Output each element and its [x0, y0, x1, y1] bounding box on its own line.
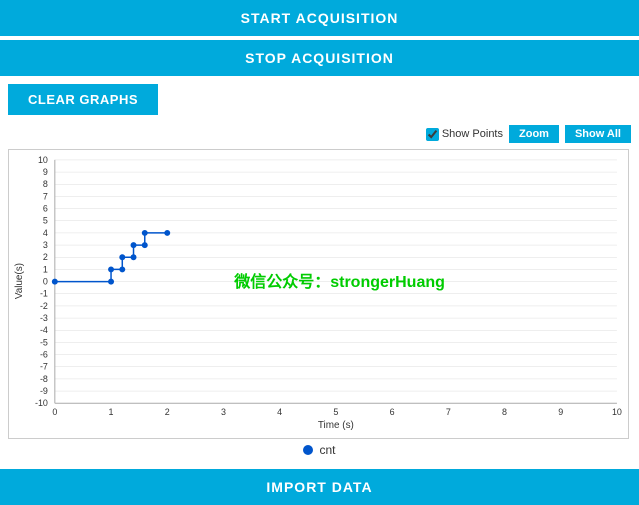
svg-text:8: 8 — [43, 179, 48, 189]
svg-text:5: 5 — [333, 407, 338, 417]
svg-text:7: 7 — [446, 407, 451, 417]
legend-label: cnt — [319, 443, 335, 457]
import-data-button[interactable]: IMPORT DATA — [0, 469, 639, 505]
svg-text:-9: -9 — [40, 386, 48, 396]
start-acquisition-button[interactable]: START ACQUISITION — [0, 0, 639, 36]
svg-text:6: 6 — [43, 204, 48, 214]
svg-text:10: 10 — [612, 407, 622, 417]
svg-text:9: 9 — [558, 407, 563, 417]
svg-text:-4: -4 — [40, 325, 48, 335]
svg-text:4: 4 — [43, 228, 48, 238]
svg-text:2: 2 — [43, 252, 48, 262]
svg-text:Time (s): Time (s) — [318, 420, 354, 431]
svg-text:3: 3 — [43, 240, 48, 250]
svg-text:-5: -5 — [40, 337, 48, 347]
svg-text:10: 10 — [38, 155, 48, 165]
svg-text:6: 6 — [390, 407, 395, 417]
svg-text:5: 5 — [43, 216, 48, 226]
chart-controls: Show Points Zoom Show All — [0, 123, 639, 145]
show-points-checkbox[interactable] — [426, 128, 439, 141]
stop-acquisition-label: STOP ACQUISITION — [245, 50, 394, 66]
svg-text:-2: -2 — [40, 301, 48, 311]
chart-svg: .grid-line { stroke: #ddd; stroke-width:… — [9, 150, 628, 438]
stop-acquisition-button[interactable]: STOP ACQUISITION — [0, 40, 639, 76]
chart-container: .grid-line { stroke: #ddd; stroke-width:… — [8, 149, 629, 439]
legend-dot — [303, 445, 313, 455]
svg-text:8: 8 — [502, 407, 507, 417]
svg-text:0: 0 — [52, 407, 57, 417]
clear-graphs-button[interactable]: CLEAR GRAPHS — [8, 84, 158, 115]
svg-text:-7: -7 — [40, 362, 48, 372]
start-acquisition-label: START ACQUISITION — [241, 10, 399, 26]
chart-area: .grid-line { stroke: #ddd; stroke-width:… — [0, 145, 639, 439]
svg-text:-6: -6 — [40, 350, 48, 360]
svg-text:-3: -3 — [40, 313, 48, 323]
svg-text:4: 4 — [277, 407, 282, 417]
svg-text:7: 7 — [43, 191, 48, 201]
show-all-button[interactable]: Show All — [565, 125, 631, 143]
svg-text:2: 2 — [165, 407, 170, 417]
show-points-label[interactable]: Show Points — [426, 128, 503, 141]
svg-text:1: 1 — [109, 407, 114, 417]
svg-text:1: 1 — [43, 264, 48, 274]
svg-text:-8: -8 — [40, 374, 48, 384]
svg-text:-10: -10 — [35, 398, 48, 408]
import-data-label: IMPORT DATA — [266, 479, 372, 495]
svg-text:9: 9 — [43, 167, 48, 177]
clear-graphs-row: CLEAR GRAPHS — [0, 76, 639, 123]
zoom-button[interactable]: Zoom — [509, 125, 559, 143]
svg-text:-1: -1 — [40, 289, 48, 299]
svg-text:Value(s): Value(s) — [14, 263, 25, 299]
svg-text:3: 3 — [221, 407, 226, 417]
legend-area: cnt — [0, 439, 639, 459]
svg-text:0: 0 — [43, 277, 48, 287]
